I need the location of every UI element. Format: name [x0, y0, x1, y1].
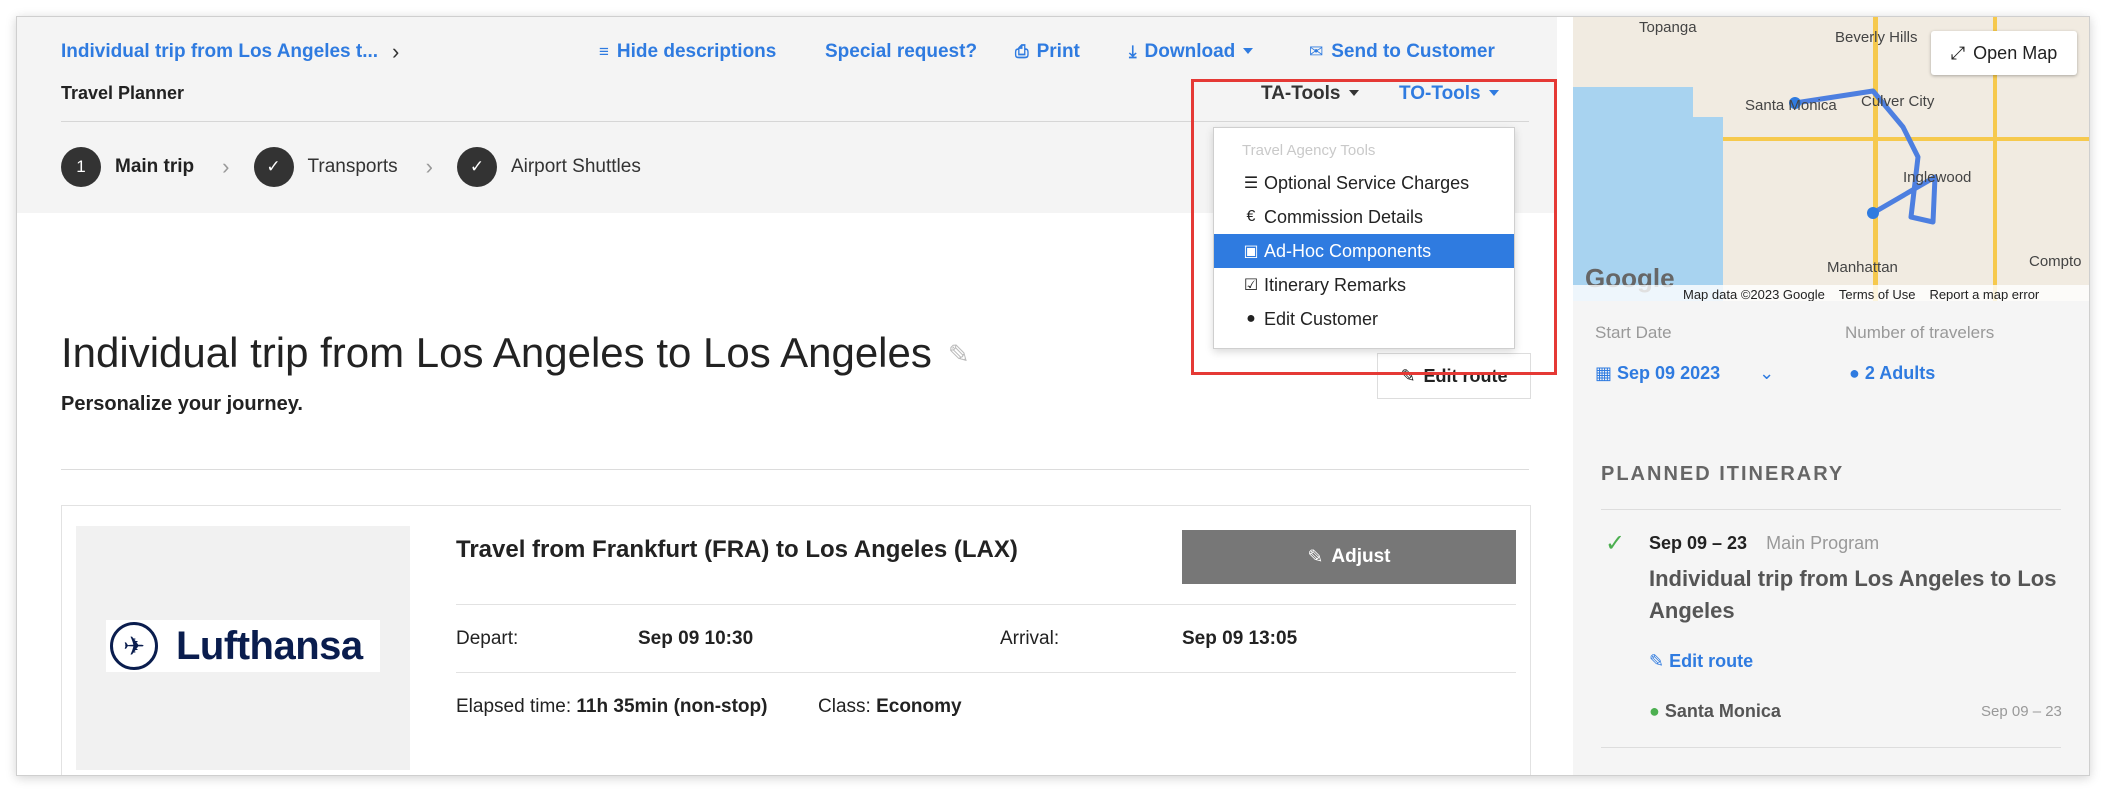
pencil-icon: ✎ — [1307, 546, 1324, 568]
map-label: Compto — [2029, 253, 2082, 270]
crane-logo-icon: ✈ — [110, 622, 158, 670]
itinerary-program: Main Program — [1766, 533, 1880, 553]
map-label: Beverly Hills — [1835, 29, 1918, 46]
depart-value: Sep 09 10:30 — [638, 628, 754, 649]
check-icon: ✓ — [456, 147, 497, 187]
send-mail-icon: ✉ — [1309, 42, 1324, 61]
arrival-value: Sep 09 13:05 — [1182, 628, 1298, 649]
check-icon: ✓ — [1605, 530, 1626, 557]
breadcrumb-link[interactable]: Individual trip from Los Angeles t... — [61, 41, 378, 62]
adjust-button[interactable]: ✎ Adjust — [1182, 530, 1516, 584]
airline-logo-box: ✈ Lufthansa — [76, 526, 410, 770]
sidebar-edit-route-link[interactable]: ✎ Edit route — [1649, 651, 1753, 672]
check-circle-icon: ● — [1649, 701, 1660, 721]
itinerary-dates-row: Sep 09 – 23 Main Program — [1649, 533, 1879, 554]
printer-icon: ⎙ — [1015, 42, 1029, 61]
pencil-icon[interactable]: ✎ — [948, 339, 970, 370]
map-label: Inglewood — [1903, 169, 1972, 186]
step-main-trip[interactable]: 1 Main trip — [61, 147, 194, 187]
user-icon: ● — [1849, 363, 1860, 383]
flight-title: Travel from Frankfurt (FRA) to Los Angel… — [456, 536, 1018, 563]
travel-class: Class: Economy — [818, 696, 962, 717]
open-map-button[interactable]: ⤢ Open Map — [1931, 31, 2077, 75]
chevron-right-icon: › — [425, 154, 433, 179]
sidebar: Topanga Beverly Hills Santa Monica Culve… — [1573, 17, 2089, 775]
itinerary-divider — [1601, 509, 2061, 510]
start-date-label: Start Date — [1595, 323, 1672, 342]
terms-link[interactable]: Terms of Use — [1839, 287, 1916, 302]
step-transports[interactable]: ✓ Transports — [253, 147, 398, 187]
map-attribution: Map data ©2023 Google Terms of Use Repor… — [1573, 285, 2089, 301]
travelers-picker[interactable]: ● 2 Adults — [1849, 363, 1935, 384]
map-label: Manhattan — [1827, 259, 1898, 276]
caret-down-icon — [1243, 48, 1254, 54]
check-icon: ✓ — [253, 147, 294, 187]
map-label: Topanga — [1639, 19, 1697, 36]
route-map[interactable]: Topanga Beverly Hills Santa Monica Culve… — [1573, 17, 2089, 301]
map-label: Culver City — [1861, 93, 1935, 110]
content-divider — [61, 469, 1529, 470]
stop-dates: Sep 09 – 23 — [1981, 703, 2062, 720]
steps-bar: 1 Main trip › ✓ Transports › ✓ Airport S… — [61, 145, 641, 189]
start-date-picker[interactable]: ▦ Sep 09 2023 ⌄ — [1595, 363, 1774, 384]
planned-itinerary-heading: PLANNED ITINERARY — [1601, 463, 1845, 485]
main-panel: Individual trip from Los Angeles t... › T… — [17, 17, 1557, 775]
itinerary-stop[interactable]: ● Santa Monica — [1649, 701, 1781, 722]
expand-icon: ⤢ — [1950, 42, 1966, 63]
step-airport-shuttles[interactable]: ✓ Airport Shuttles — [456, 147, 641, 187]
download-dropdown[interactable]: ⤓ Download — [1129, 41, 1254, 63]
print-link[interactable]: ⎙ Print — [1015, 41, 1080, 63]
download-icon: ⤓ — [1129, 42, 1137, 61]
itinerary-title: Individual trip from Los Angeles to Los … — [1649, 566, 2057, 623]
hide-descriptions-link[interactable]: ≡ Hide descriptions — [599, 41, 776, 63]
highlight-box — [1191, 79, 1557, 375]
map-data-text: Map data ©2023 Google — [1683, 286, 1825, 302]
depart-label: Depart: — [456, 628, 519, 649]
chevron-down-icon: ⌄ — [1759, 363, 1775, 383]
travelers-label: Number of travelers — [1845, 323, 1995, 342]
itinerary-divider — [1601, 747, 2061, 748]
row-divider — [456, 672, 1516, 673]
list-icon: ≡ — [599, 42, 609, 61]
breadcrumb[interactable]: Individual trip from Los Angeles t... › — [61, 39, 399, 65]
chevron-right-icon: › — [392, 39, 400, 64]
page-subtitle: Personalize your journey. — [61, 393, 303, 415]
send-to-customer-link[interactable]: ✉ Send to Customer — [1309, 41, 1495, 63]
page-title: Individual trip from Los Angeles to Los … — [61, 329, 970, 376]
app-window: Individual trip from Los Angeles t... › T… — [16, 16, 2090, 776]
pencil-icon: ✎ — [1649, 651, 1665, 671]
row-divider — [456, 604, 1516, 605]
step-number: 1 — [61, 147, 101, 187]
chevron-right-icon: › — [222, 154, 230, 179]
arrival-label: Arrival: — [1000, 628, 1060, 649]
map-label: Santa Monica — [1745, 97, 1837, 114]
calendar-icon: ▦ — [1595, 363, 1613, 383]
elapsed-time: Elapsed time: 11h 35min (non-stop) — [456, 696, 768, 717]
itinerary-dates: Sep 09 – 23 — [1649, 533, 1748, 553]
report-map-error-link[interactable]: Report a map error — [1929, 287, 2039, 302]
flight-card: ✈ Lufthansa Travel from Frankfurt (FRA) … — [61, 505, 1531, 775]
special-request-link[interactable]: Special request? — [825, 41, 977, 63]
section-label: Travel Planner — [61, 83, 185, 103]
airline-logo: ✈ Lufthansa — [106, 620, 380, 672]
